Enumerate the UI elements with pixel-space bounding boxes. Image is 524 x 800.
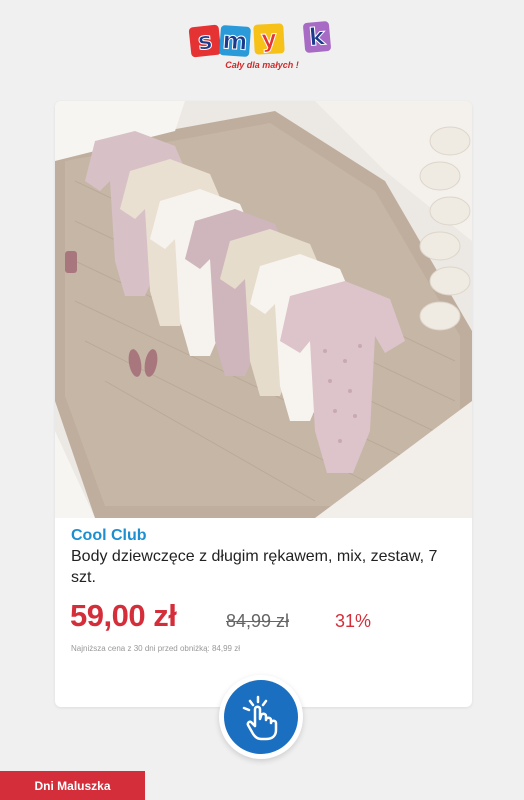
logo-tagline: Cały dla małych ! [225,60,299,70]
logo-tile-y: y [253,23,285,55]
product-image[interactable] [55,101,472,518]
smyk-logo[interactable]: s m y k Cały dla małych ! [188,20,334,78]
product-old-price: 84,99 zł [226,611,290,631]
logo-tile-k: k [302,20,332,54]
logo-tile-m: m [218,24,252,58]
footer-tag[interactable]: Dni Maluszka [0,771,145,800]
discount-badge: 31% [335,611,372,631]
product-name[interactable]: Body dziewczęce z długim rękawem, mix, z… [71,546,451,588]
tap-button[interactable] [219,675,303,759]
product-price: 59,00 zł [70,598,177,633]
logo-tile-s: s [188,24,222,58]
logo-tiles: s m y k [188,20,334,58]
product-brand[interactable]: Cool Club [71,527,147,545]
tap-button-inner [224,680,298,754]
lowest-price-note: Najniższa cena z 30 dni przed obniżką: 8… [71,644,240,653]
tap-hand-icon [242,695,278,741]
product-card[interactable]: Cool Club Body dziewczęce z długim rękaw… [55,101,472,707]
